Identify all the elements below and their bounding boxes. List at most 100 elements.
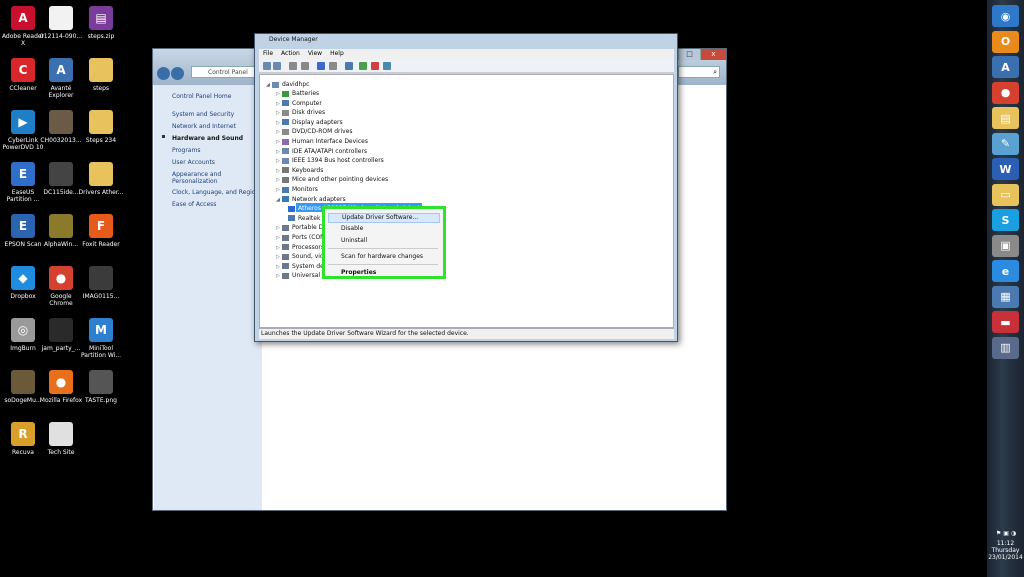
avante-icon[interactable]: A [992,56,1019,78]
desktop-icon[interactable]: M MiniTool Partition Wi... [78,318,124,359]
enable-icon[interactable] [383,62,391,70]
tree-node[interactable]: ▷ Sound, vid [276,253,324,261]
tree-node-label: Display adapters [292,118,343,126]
menu-update-driver[interactable]: Update Driver Software... [328,213,440,223]
tree-node[interactable]: ◢ Network adapters [276,196,346,204]
network-tray-icon[interactable]: ▣ [1003,530,1009,537]
tree-node[interactable]: ◢ davidhpc [266,81,309,89]
device-category-icon [282,90,289,97]
outlook-icon[interactable]: O [992,30,1019,53]
status-bar: Launches the Update Driver Software Wiza… [259,328,674,339]
tree-node[interactable]: ▷ Batteries [276,90,319,98]
menu-uninstall[interactable]: Uninstall [341,237,441,245]
skype-icon[interactable]: S [992,209,1019,231]
menu-view[interactable]: View [308,49,322,59]
tree-node[interactable]: ▷ System de [276,263,324,271]
clock[interactable]: 11:12 Thursday 23/01/2014 [987,540,1024,561]
sidebar-item-programs[interactable]: Programs [172,147,262,154]
network-adapter-icon [288,215,295,222]
update-driver-icon[interactable] [359,62,367,70]
desktop-icon[interactable]: TASTE.png [78,370,124,404]
sidebar-item-ease-of-access[interactable]: Ease of Access [172,201,262,208]
sidebar-item-user-accounts[interactable]: User Accounts [172,159,262,166]
search-icon[interactable]: ⌕ [678,66,720,78]
tree-node[interactable]: ▷ Mice and other pointing devices [276,176,388,184]
desktop-icon[interactable]: Tech Site [38,422,84,456]
menu-file[interactable]: File [263,49,273,59]
device-manager-window[interactable]: Device Manager File Action View Help ◢ da… [254,33,678,342]
desktop-icon[interactable]: IMAG0115... [78,266,124,300]
menu-disable[interactable]: Disable [341,225,441,233]
close-button[interactable]: x [700,49,726,60]
minitool-icon: M [89,318,113,342]
tree-node[interactable]: ▷ Human Interface Devices [276,138,368,146]
sidebar-item-hardware-sound[interactable]: Hardware and Sound [172,135,262,142]
properties-icon[interactable] [289,62,297,70]
window-title: Device Manager [269,36,318,43]
device-icon[interactable]: ▣ [992,234,1019,257]
menu-action[interactable]: Action [281,49,300,59]
flag-icon[interactable]: ⚑ [996,530,1001,537]
sidebar-item-system-security[interactable]: System and Security [172,111,262,118]
tree-node[interactable]: ▷ Processors [276,244,324,252]
sidebar-item-network-internet[interactable]: Network and Internet [172,123,262,130]
tree-node[interactable]: ▷ Display adapters [276,119,343,127]
view-icon[interactable] [329,62,337,70]
menu-help[interactable]: Help [330,49,344,59]
powerdvd-icon: ▶ [11,110,35,134]
folder-icon [89,110,113,134]
tree-node[interactable]: ▷ IDE ATA/ATAPI controllers [276,148,367,156]
tree-node[interactable]: ▷ Ports (COM [276,234,325,242]
control-panel-home-link[interactable]: Control Panel Home [172,93,262,100]
tree-node-label: Processors [292,243,325,251]
desktop-icon[interactable]: Drivers Ather... [78,162,124,196]
tree-node-label: Batteries [292,90,320,97]
sidebar-item-appearance[interactable]: Appearance and Personalization [172,171,228,185]
winrar-archive-icon: ▤ [89,6,113,30]
forward-icon[interactable] [273,62,281,70]
scan-hardware-icon[interactable] [345,62,353,70]
explorer-folder-icon[interactable]: ▤ [992,107,1019,129]
note-icon[interactable]: ✎ [992,132,1019,155]
desktop-icon[interactable]: Steps 234 [78,110,124,144]
device-manager-icon[interactable]: ▥ [992,336,1019,359]
help-icon[interactable] [317,62,325,70]
folder-icon[interactable]: ▭ [992,183,1019,206]
tree-node[interactable]: ▷ Keyboards [276,167,323,175]
device-category-icon [282,148,289,155]
menu-scan-hardware[interactable]: Scan for hardware changes [341,253,441,261]
tree-node[interactable]: ▷ IEEE 1394 Bus host controllers [276,157,384,165]
network-icon[interactable]: ▦ [992,285,1019,308]
volume-icon[interactable]: ◑ [1011,530,1016,537]
tree-node[interactable]: ▷ Universal S [276,272,326,280]
menu-properties[interactable]: Properties [341,269,441,277]
tree-node[interactable]: ▷ Computer [276,100,322,108]
device-category-icon [282,119,289,126]
tree-node[interactable]: ▷ Disk drives [276,109,325,117]
forward-icon[interactable] [171,67,184,80]
internet-explorer-icon[interactable]: e [992,260,1019,282]
device-category-icon [282,224,289,231]
word-icon[interactable]: W [992,158,1019,180]
back-icon[interactable] [157,67,170,80]
tree-node[interactable]: ▷ Monitors [276,186,318,194]
desktop-icon[interactable]: steps [78,58,124,92]
nav-buttons [157,65,187,80]
maximize-button[interactable]: □ [678,49,700,60]
uninstall-icon[interactable] [371,62,379,70]
device-category-icon [282,234,289,241]
list-icon[interactable] [301,62,309,70]
tree-node[interactable]: ▷ Portable D [276,224,323,232]
adobe-reader-icon: A [11,6,35,30]
back-icon[interactable] [263,62,271,70]
desktop-icon[interactable]: ▤ steps.zip [78,6,124,40]
desktop-icon[interactable]: F Foxit Reader [78,214,124,248]
sidebar-item-clock-language[interactable]: Clock, Language, and Region [172,189,262,196]
start-orb-icon[interactable]: ◉ [992,5,1019,27]
imgburn-icon: ◎ [11,318,35,342]
epson-scan-icon: E [11,214,35,238]
control-panel-icon[interactable]: ▬ [992,311,1019,333]
chrome-icon[interactable]: ● [992,81,1019,104]
desktop-icon-label: steps.zip [87,33,115,40]
tree-node[interactable]: ▷ DVD/CD-ROM drives [276,128,353,136]
